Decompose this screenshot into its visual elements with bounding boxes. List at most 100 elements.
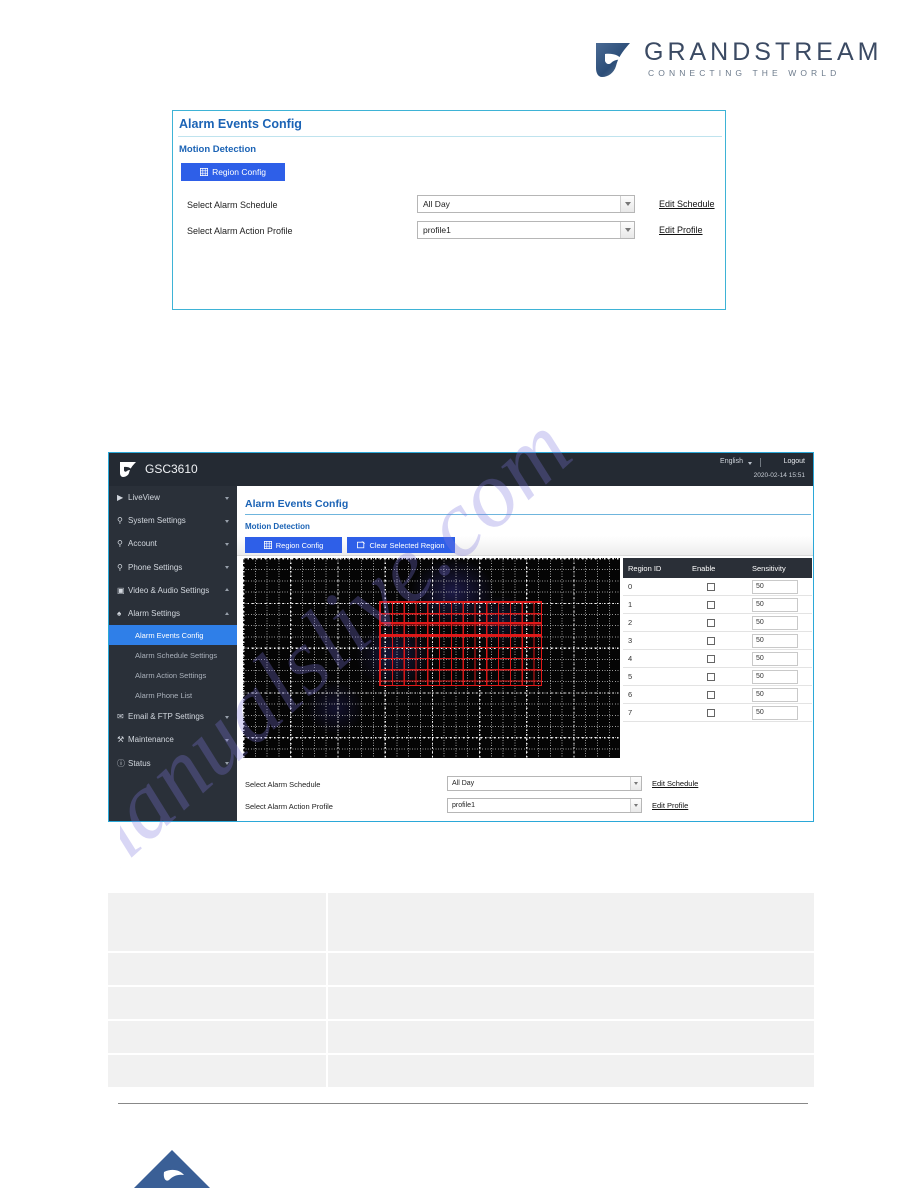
enable-checkbox[interactable] [707, 654, 715, 663]
wrench-icon: ⚲ [117, 562, 123, 572]
grandstream-tagline: CONNECTING THE WORLD [648, 68, 841, 78]
select-alarm-schedule-value: All Day [452, 780, 475, 787]
sidebar-item-alarm-action-settings[interactable]: Alarm Action Settings [109, 665, 237, 685]
enable-checkbox[interactable] [707, 582, 715, 591]
label-select-alarm-schedule: Select Alarm Schedule [245, 780, 321, 789]
cell-region-id: 3 [628, 636, 633, 645]
sidebar-item-system-settings[interactable]: ⚲ System Settings [109, 509, 237, 532]
language-selector[interactable]: English [720, 458, 743, 465]
clear-selected-region-button[interactable]: Clear Selected Region [347, 537, 455, 553]
cell-region-id: 4 [628, 654, 633, 663]
cell-sensitivity: 50 [747, 597, 812, 612]
cell-region-id: 0 [628, 582, 633, 591]
edit-schedule-link[interactable]: Edit Schedule [652, 779, 698, 788]
sensitivity-input[interactable]: 50 [752, 687, 798, 702]
sidebar-item-label: Status [128, 758, 151, 768]
section-heading-motion-detection: Motion Detection [179, 144, 257, 155]
sensitivity-input[interactable]: 50 [752, 651, 798, 666]
table-row: 7 50 [623, 704, 812, 722]
edit-profile-link[interactable]: Edit Profile [659, 225, 703, 235]
table-row: 6 50 [623, 686, 812, 704]
cell-enable [687, 690, 747, 699]
cell-description [328, 1055, 814, 1087]
chevron-down-icon [630, 799, 641, 812]
sidebar-item-alarm-events-config[interactable]: Alarm Events Config [109, 625, 237, 646]
enable-checkbox[interactable] [707, 636, 715, 645]
cell-sensitivity: 50 [747, 579, 812, 594]
sensitivity-input[interactable]: 50 [752, 705, 798, 720]
table-row [108, 953, 814, 985]
cell-region-id: 1 [628, 600, 633, 609]
sidebar-navigation: ▶ LiveView ⚲ System Settings ⚲ Account ⚲… [109, 486, 237, 821]
sensitivity-input[interactable]: 50 [752, 615, 798, 630]
enable-checkbox[interactable] [707, 672, 715, 681]
sidebar-item-maintenance[interactable]: ⚒ Maintenance [109, 728, 237, 751]
info-icon: ⓘ [117, 758, 125, 768]
cell-enable [687, 672, 747, 681]
cell-enable [687, 582, 747, 591]
selected-region-rectangle[interactable] [379, 601, 542, 686]
wrench-icon: ⚲ [117, 516, 123, 526]
select-alarm-schedule-dropdown[interactable]: All Day [417, 195, 635, 213]
edit-schedule-link[interactable]: Edit Schedule [659, 199, 715, 209]
sensitivity-input[interactable]: 50 [752, 669, 798, 684]
cell-enable [687, 708, 747, 717]
chevron-down-icon [225, 715, 229, 719]
edit-profile-link[interactable]: Edit Profile [652, 801, 688, 810]
content-page-title: Alarm Events Config [245, 498, 349, 510]
sidebar-item-alarm-settings[interactable]: ♠ Alarm Settings [109, 602, 237, 625]
enable-checkbox[interactable] [707, 708, 715, 717]
camera-icon: ▣ [117, 585, 125, 595]
chevron-down-icon [225, 519, 229, 523]
sidebar-item-status[interactable]: ⓘ Status [109, 752, 237, 775]
logout-button[interactable]: Logout [784, 458, 805, 465]
grandstream-footer-logo [134, 1150, 210, 1188]
sidebar-item-label: Account [128, 539, 157, 549]
cell-sensitivity: 50 [747, 633, 812, 648]
cell-term [108, 1021, 326, 1053]
sidebar-subitem-label: Alarm Events Config [135, 630, 204, 640]
column-header-sensitivity: Sensitivity [752, 563, 786, 573]
sidebar-item-video-audio-settings[interactable]: ▣ Video & Audio Settings [109, 579, 237, 602]
cell-term [108, 893, 326, 951]
device-timestamp: 2020-02-14 15:51 [753, 472, 805, 479]
cell-sensitivity: 50 [747, 669, 812, 684]
title-divider [178, 136, 722, 137]
enable-checkbox[interactable] [707, 618, 715, 627]
region-config-button-label: Region Config [212, 167, 266, 177]
table-row [108, 1021, 814, 1053]
sidebar-item-phone-settings[interactable]: ⚲ Phone Settings [109, 556, 237, 579]
select-alarm-action-profile-value: profile1 [423, 225, 451, 235]
sidebar-item-liveview[interactable]: ▶ LiveView [109, 486, 237, 509]
sensitivity-input[interactable]: 50 [752, 597, 798, 612]
sensitivity-input[interactable]: 50 [752, 579, 798, 594]
grandstream-wordmark: GRANDSTREAM [644, 38, 883, 66]
table-row [108, 987, 814, 1019]
cell-region-id: 5 [628, 672, 633, 681]
motion-detection-region-canvas[interactable] [243, 558, 620, 758]
table-row: 3 50 [623, 632, 812, 650]
select-alarm-schedule-dropdown[interactable]: All Day [447, 776, 642, 791]
sidebar-item-alarm-phone-list[interactable]: Alarm Phone List [109, 685, 237, 705]
sidebar-item-email-ftp-settings[interactable]: ✉ Email & FTP Settings [109, 705, 237, 728]
select-alarm-action-profile-dropdown[interactable]: profile1 [447, 798, 642, 813]
table-header-row: Region ID Enable Sensitivity [623, 558, 812, 578]
table-row [108, 893, 814, 951]
sidebar-item-account[interactable]: ⚲ Account [109, 532, 237, 555]
footer-divider [118, 1103, 808, 1104]
chevron-down-icon [620, 196, 634, 212]
enable-checkbox[interactable] [707, 690, 715, 699]
sensitivity-input[interactable]: 50 [752, 633, 798, 648]
table-row [108, 1055, 814, 1087]
label-select-alarm-schedule: Select Alarm Schedule [187, 200, 278, 210]
sidebar-item-label: Video & Audio Settings [128, 585, 210, 595]
chevron-down-icon [630, 777, 641, 790]
region-config-button[interactable]: Region Config [181, 163, 285, 181]
table-row: 1 50 [623, 596, 812, 614]
table-row: 5 50 [623, 668, 812, 686]
document-page: GRANDSTREAM CONNECTING THE WORLD Alarm E… [0, 0, 918, 1188]
enable-checkbox[interactable] [707, 600, 715, 609]
select-alarm-action-profile-dropdown[interactable]: profile1 [417, 221, 635, 239]
sidebar-item-alarm-schedule-settings[interactable]: Alarm Schedule Settings [109, 645, 237, 665]
region-config-button[interactable]: Region Config [245, 537, 342, 553]
